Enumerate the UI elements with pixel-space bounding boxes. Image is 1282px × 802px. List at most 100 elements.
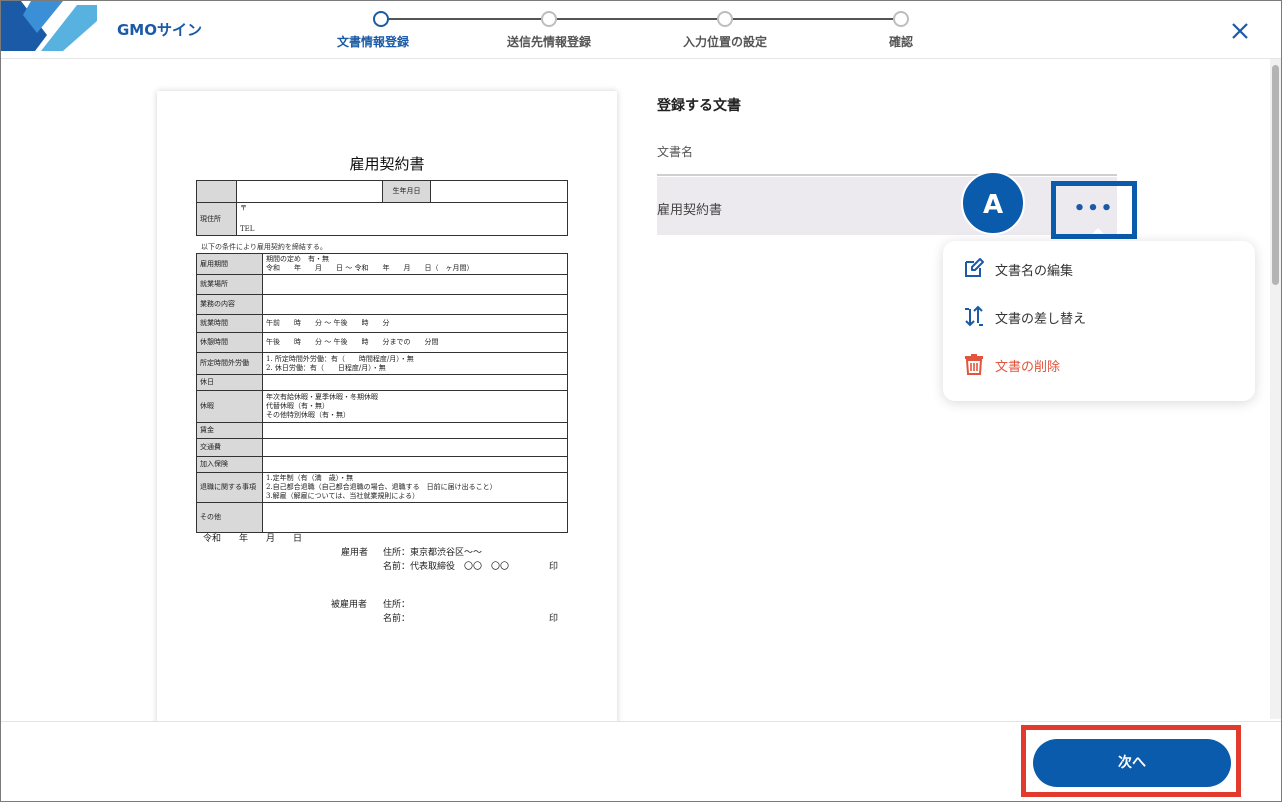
annotation-badge: A	[961, 171, 1025, 235]
menu-label-delete: 文書の削除	[995, 360, 1061, 375]
term-value	[262, 438, 568, 457]
edit-icon	[965, 258, 984, 277]
step-label-document-info: 文書情報登録	[336, 35, 410, 49]
step-dot-1	[373, 11, 389, 27]
term-label: 退職に関する事項	[196, 472, 263, 503]
term-value	[262, 294, 568, 315]
menu-label-edit-name: 文書名の編集	[995, 264, 1074, 279]
table-row: 就業時間 午前 時 分 〜 午後 時 分	[196, 314, 568, 333]
employee-seal: 印	[549, 614, 559, 624]
menu-label-replace: 文書の差し替え	[995, 312, 1087, 327]
more-dots-icon: •••	[1073, 198, 1115, 219]
table-row: 休日	[196, 374, 568, 391]
logo-mark-icon	[1, 1, 97, 51]
menu-caret	[1092, 228, 1104, 234]
table-row: 休憩時間 午後 時 分 〜 午後 時 分までの 分間	[196, 332, 568, 353]
employer-name: 名前：代表取締役 〇〇 〇〇	[383, 562, 510, 572]
term-label: 休日	[196, 374, 263, 391]
contract-note: 以下の条件により雇用契約を締結する。	[201, 243, 327, 251]
address-cell: 〒 TEL	[236, 202, 568, 236]
table-row: 賃金	[196, 422, 568, 439]
menu-item-delete[interactable]: 文書の削除	[943, 341, 1255, 389]
address-label: 現住所	[196, 202, 237, 236]
step-dot-3	[717, 11, 733, 27]
stepper-line	[381, 18, 905, 20]
term-value: 1. 所定時間外労働：有（ 時間程度/月）・無 2. 休日労働：有（ 日程度/月…	[262, 352, 568, 375]
header: GMOサイン 文書情報登録 送信先情報登録 入力位置の設定 確認	[1, 1, 1281, 59]
employer-label: 雇用者	[341, 548, 369, 558]
birth-label: 生年月日	[382, 180, 431, 203]
document-name: 雇用契約書	[657, 203, 723, 218]
term-value: 期間の定め 有・無 令和 年 月 日 〜 令和 年 月 日（ ヶ月間）	[262, 253, 568, 275]
table-row: 加入保険	[196, 456, 568, 473]
term-label: 休憩時間	[196, 332, 263, 353]
main-content: 雇用契約書 生年月日 現住所 〒 TEL 以下の条件により雇用契約を締結する。	[1, 59, 1269, 721]
employee-name: 名前：	[383, 614, 411, 624]
contract-date: 令和 年 月 日	[203, 534, 303, 544]
term-label: 業務の内容	[196, 294, 263, 315]
column-divider	[657, 174, 1117, 176]
term-value: 午後 時 分 〜 午後 時 分までの 分間	[262, 332, 568, 353]
term-value	[262, 274, 568, 295]
contract-terms-table: 雇用期間 期間の定め 有・無 令和 年 月 日 〜 令和 年 月 日（ ヶ月間）就…	[196, 253, 568, 533]
term-value	[262, 422, 568, 439]
postal-mark: 〒	[240, 204, 247, 212]
document-row[interactable]: 雇用契約書	[657, 177, 1117, 235]
document-list-panel: 登録する文書 文書名 雇用契約書 A ••• 文書名の編集 文書の差し替え 文書…	[657, 59, 1257, 721]
vertical-scrollbar[interactable]	[1270, 59, 1281, 719]
document-preview-title: 雇用契約書	[349, 155, 425, 173]
employee-label: 被雇用者	[331, 600, 368, 610]
table-row: 交通費	[196, 438, 568, 457]
step-dot-4	[893, 11, 909, 27]
menu-item-edit-name[interactable]: 文書名の編集	[943, 245, 1255, 293]
term-label: 就業場所	[196, 274, 263, 295]
table-row: 所定時間外労働 1. 所定時間外労働：有（ 時間程度/月）・無 2. 休日労働：有…	[196, 352, 568, 375]
swap-icon	[965, 305, 983, 327]
term-value	[262, 456, 568, 473]
term-label: 就業時間	[196, 314, 263, 333]
term-label: 加入保険	[196, 456, 263, 473]
app-window: GMOサイン 文書情報登録 送信先情報登録 入力位置の設定 確認 雇用契約書 生…	[0, 0, 1282, 802]
employer-seal: 印	[549, 562, 559, 572]
next-button[interactable]: 次へ	[1033, 739, 1231, 787]
document-actions-menu: 文書名の編集 文書の差し替え 文書の削除	[943, 241, 1255, 401]
table-row: 業務の内容	[196, 294, 568, 315]
step-label-input-position: 入力位置の設定	[682, 35, 768, 49]
document-preview: 雇用契約書 生年月日 現住所 〒 TEL 以下の条件により雇用契約を締結する。	[157, 91, 617, 721]
table-row: その他	[196, 502, 568, 533]
table-row: 退職に関する事項 1.定年制（有（満 歳）・無 2.自己都合退職（自己都合退職の場…	[196, 472, 568, 503]
table-cell	[236, 180, 383, 203]
more-options-button[interactable]: •••	[1051, 181, 1137, 239]
column-header-document-name: 文書名	[657, 145, 694, 159]
step-label-recipients: 送信先情報登録	[506, 35, 592, 49]
term-label: その他	[196, 502, 263, 533]
term-value: 年次有給休暇・夏季休暇・冬期休暇 代替休暇（有・無） その他特別休暇（有・無）	[262, 390, 568, 423]
term-label: 雇用期間	[196, 253, 263, 275]
table-cell	[196, 180, 237, 203]
table-cell	[430, 180, 568, 203]
table-row: 休暇 年次有給休暇・夏季休暇・冬期休暇 代替休暇（有・無） その他特別休暇（有・無…	[196, 390, 568, 423]
scrollbar-thumb[interactable]	[1272, 65, 1279, 285]
employee-address: 住所：	[383, 600, 411, 610]
document-header-table: 生年月日 現住所 〒 TEL	[196, 180, 568, 236]
tel-label: TEL	[240, 225, 255, 233]
step-label-confirm: 確認	[888, 35, 914, 49]
term-value: 午前 時 分 〜 午後 時 分	[262, 314, 568, 333]
table-row: 就業場所	[196, 274, 568, 295]
term-value: 1.定年制（有（満 歳）・無 2.自己都合退職（自己都合退職の場合、退職する 日…	[262, 472, 568, 503]
trash-icon	[965, 354, 983, 375]
footer-bar: 次へ	[1, 721, 1281, 801]
term-label: 交通費	[196, 438, 263, 457]
term-value	[262, 502, 568, 533]
section-title: 登録する文書	[657, 98, 741, 114]
step-dot-2	[541, 11, 557, 27]
table-row: 雇用期間 期間の定め 有・無 令和 年 月 日 〜 令和 年 月 日（ ヶ月間）	[196, 253, 568, 275]
term-label: 賃金	[196, 422, 263, 439]
employer-address: 住所：東京都渋谷区〜〜	[383, 548, 483, 558]
menu-item-replace[interactable]: 文書の差し替え	[943, 293, 1255, 341]
term-value	[262, 374, 568, 391]
close-icon[interactable]	[1227, 18, 1253, 44]
term-label: 所定時間外労働	[196, 352, 263, 375]
term-label: 休暇	[196, 390, 263, 423]
progress-stepper: 文書情報登録 送信先情報登録 入力位置の設定 確認	[337, 11, 914, 51]
